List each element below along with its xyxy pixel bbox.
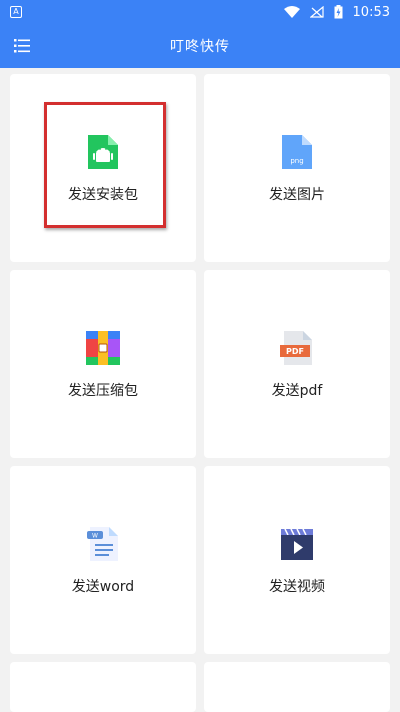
- pdf-file-icon: PDF: [280, 331, 312, 365]
- card-label: 发送视频: [269, 579, 325, 595]
- word-file-icon: W: [87, 527, 118, 561]
- partial-card-row: [10, 662, 390, 712]
- app-bar: 叮咚快传: [0, 24, 400, 68]
- card-label: 发送压缩包: [68, 383, 138, 399]
- share-grid: 发送安装包 png 发送图片 发送压缩包 PDF 发送pdf W 发送word …: [10, 74, 390, 654]
- svg-text:PDF: PDF: [286, 347, 304, 356]
- main-content: 发送安装包 png 发送图片 发送压缩包 PDF 发送pdf W 发送word …: [0, 68, 400, 712]
- partial-card-left[interactable]: [10, 662, 196, 712]
- status-app-icon: A: [10, 6, 22, 18]
- send-video-card[interactable]: 发送视频: [204, 466, 390, 654]
- png-file-icon: png: [282, 135, 312, 169]
- send-archive-card[interactable]: 发送压缩包: [10, 270, 196, 458]
- card-label: 发送安装包: [68, 187, 138, 203]
- wifi-icon: [283, 6, 300, 18]
- svg-text:png: png: [290, 157, 303, 165]
- app-title: 叮咚快传: [170, 39, 230, 55]
- card-label: 发送图片: [269, 187, 325, 203]
- status-bar: A 10:53: [0, 0, 400, 24]
- send-image-card[interactable]: png 发送图片: [204, 74, 390, 262]
- no-signal-icon: [309, 6, 324, 18]
- video-icon: [281, 528, 313, 560]
- apk-file-icon: [88, 135, 118, 169]
- send-word-card[interactable]: W 发送word: [10, 466, 196, 654]
- partial-card-right[interactable]: [204, 662, 390, 712]
- list-menu-icon[interactable]: [12, 36, 32, 56]
- card-label: 发送word: [71, 579, 135, 595]
- archive-icon: [86, 331, 120, 365]
- svg-text:W: W: [92, 533, 98, 540]
- battery-charging-icon: [334, 5, 343, 19]
- send-pdf-card[interactable]: PDF 发送pdf: [204, 270, 390, 458]
- send-apk-card[interactable]: 发送安装包: [10, 74, 196, 262]
- status-time: 10:53: [352, 4, 390, 20]
- card-label: 发送pdf: [271, 383, 323, 399]
